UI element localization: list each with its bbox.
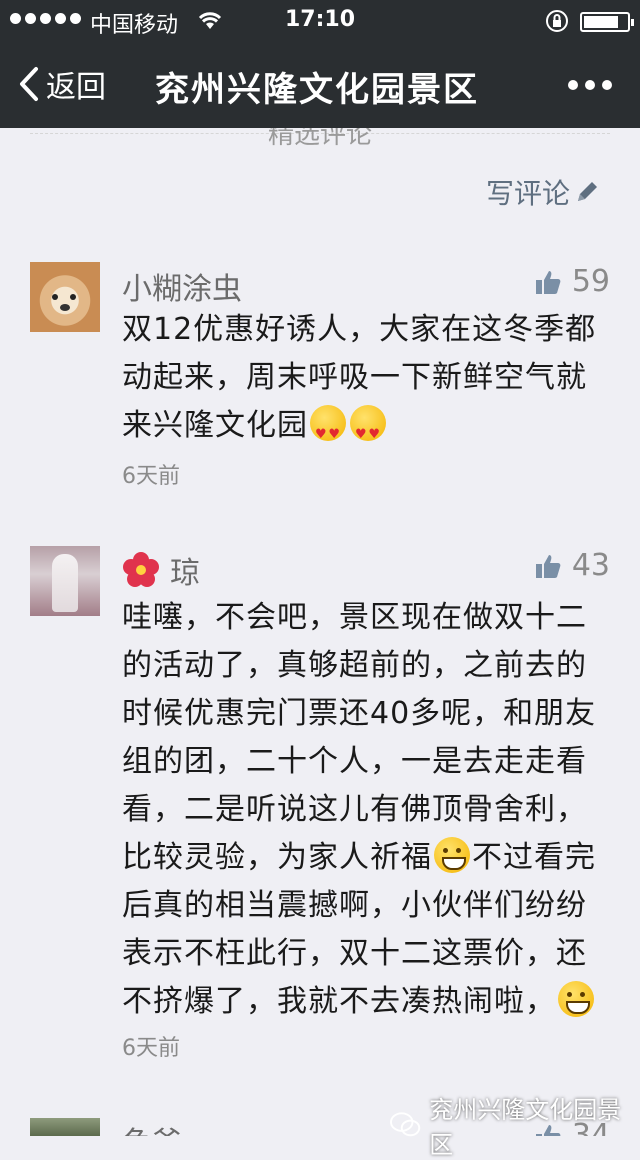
comment-item: 小糊涂虫 59 双12优惠好诱人，大家在这冬季都动起来，周末呼吸一下新鲜空气就来… (0, 262, 640, 492)
pencil-icon (578, 182, 598, 201)
like-count: 43 (571, 548, 610, 583)
back-button[interactable]: 返回 (18, 62, 106, 106)
chevron-left-icon (20, 67, 38, 101)
back-label: 返回 (46, 70, 106, 105)
write-comment-button[interactable]: 写评论 (486, 172, 600, 212)
write-comment-label: 写评论 (486, 177, 571, 210)
watermark: 兖州兴隆文化园景区 (390, 1090, 640, 1160)
rotation-lock-icon (545, 9, 569, 39)
clock: 17:10 (284, 7, 356, 32)
like-count: 59 (571, 264, 610, 299)
avatar[interactable] (30, 546, 100, 616)
hibiscus-icon (123, 552, 159, 587)
thumbs-up-icon (535, 554, 561, 578)
more-options-button[interactable] (568, 80, 612, 90)
avatar[interactable] (30, 1118, 100, 1136)
comment-time: 6天前 (122, 464, 180, 489)
battery-icon (580, 12, 634, 32)
thumbs-up-icon (535, 270, 561, 294)
page-title: 兖州兴隆文化园景区 (155, 70, 479, 110)
comment-text-content: 哇噻，不会吧，景区现在做双十二的活动了，真够超前的，之前去的时候优惠完门票还40… (122, 600, 597, 875)
heart-eyes-emoji-icon (350, 405, 386, 459)
comment-author-row[interactable]: 琼 (122, 548, 200, 592)
grinning-emoji-icon (434, 837, 470, 873)
heart-eyes-emoji-icon (310, 405, 346, 459)
comment-time: 6天前 (122, 1036, 180, 1061)
comment-author[interactable]: 鱼爸 (122, 1118, 182, 1136)
avatar[interactable] (30, 262, 100, 332)
navigation-bar: 返回 兖州兴隆文化园景区 (0, 40, 640, 128)
comment-author: 琼 (170, 556, 200, 591)
comment-item: 琼 43 哇噻，不会吧，景区现在做双十二的活动了，真够超前的，之前去的时候优惠完… (0, 546, 640, 1066)
comment-text: 哇噻，不会吧，景区现在做双十二的活动了，真够超前的，之前去的时候优惠完门票还40… (122, 594, 612, 1026)
section-title: 精选评论 (267, 128, 372, 150)
watermark-text: 兖州兴隆文化园景区 (429, 1096, 622, 1159)
section-header: 精选评论 (0, 128, 640, 158)
like-button[interactable]: 59 (534, 264, 610, 299)
like-button[interactable]: 43 (534, 548, 610, 583)
comment-author[interactable]: 小糊涂虫 (122, 264, 242, 308)
grinning-emoji-icon (558, 981, 594, 1017)
wechat-logo-icon (390, 1112, 421, 1137)
status-bar: 中国移动 17:10 (0, 0, 640, 40)
comment-text: 双12优惠好诱人，大家在这冬季都动起来，周末呼吸一下新鲜空气就来兴隆文化园 (122, 306, 612, 459)
